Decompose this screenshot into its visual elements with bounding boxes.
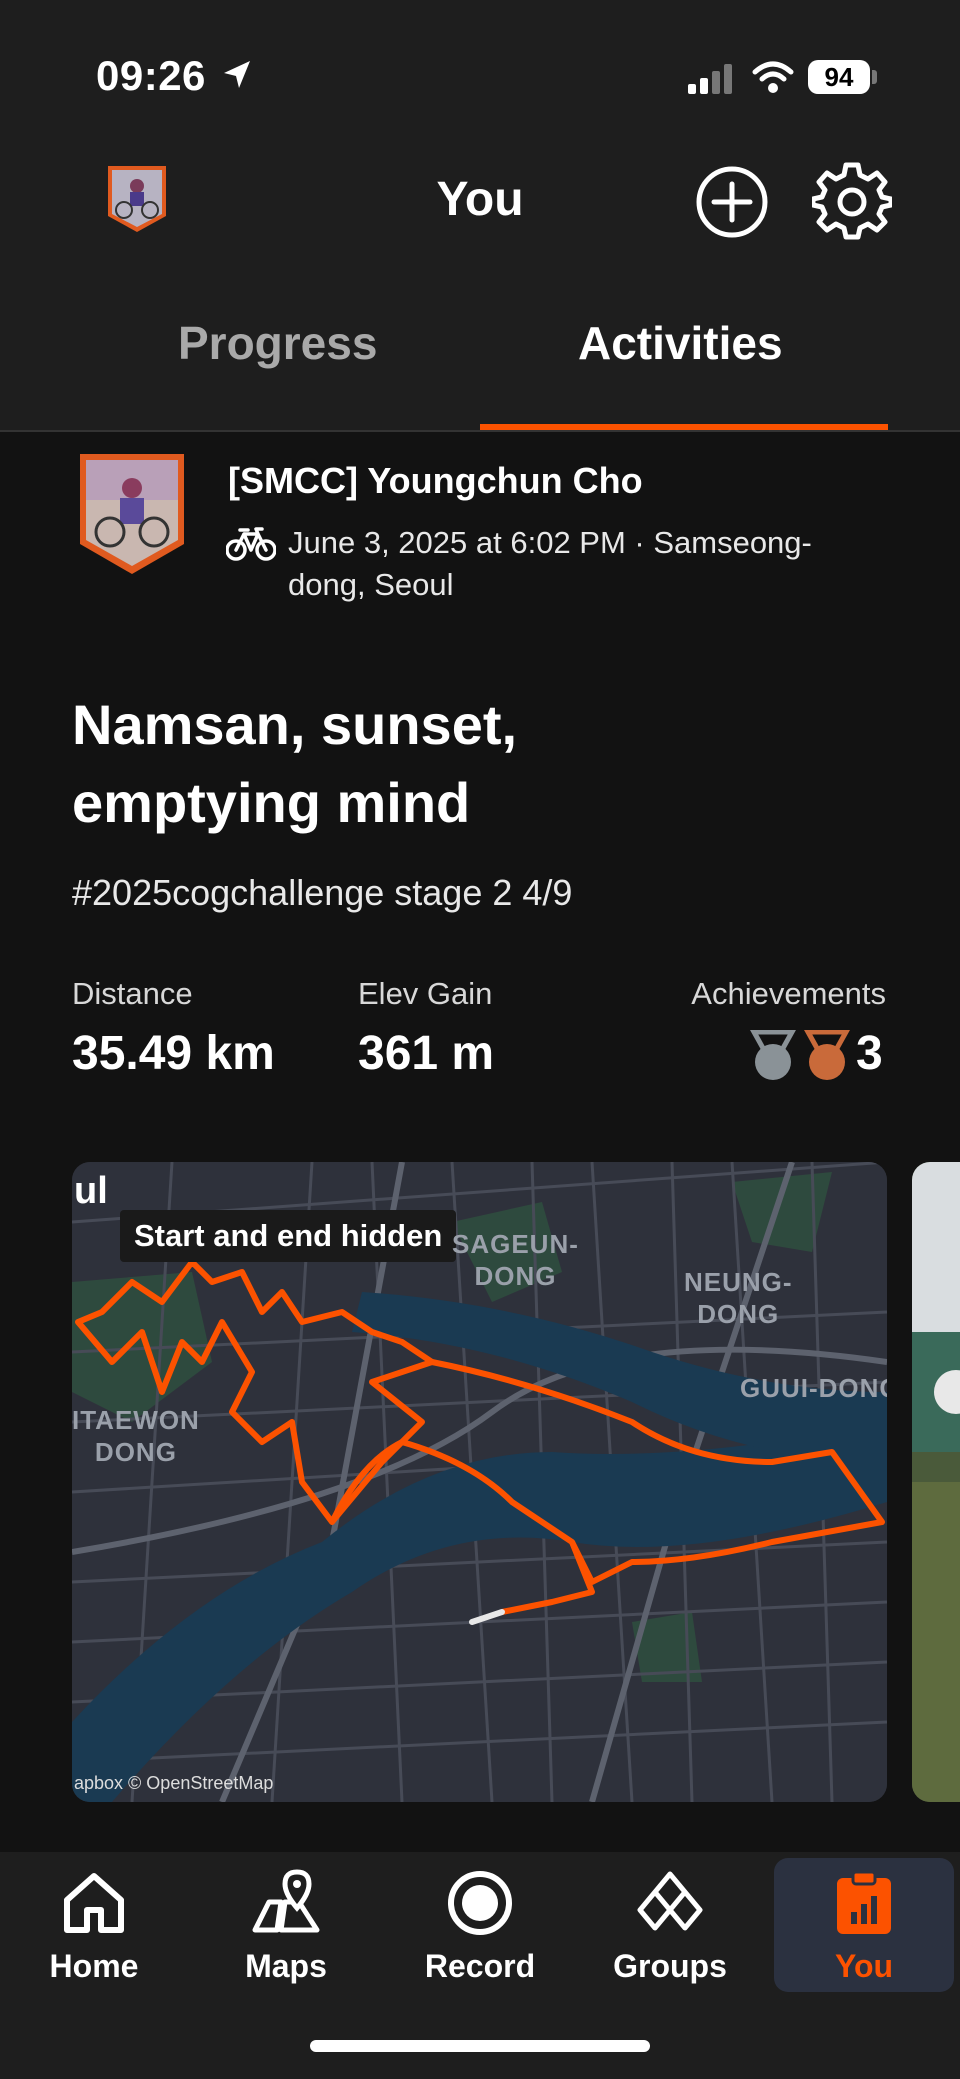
maps-icon <box>252 1869 320 1933</box>
activity-description: #2025cogchallenge stage 2 4/9 <box>72 872 573 913</box>
nav-groups[interactable]: Groups <box>580 1858 760 1998</box>
silver-medal-icon <box>750 1030 796 1080</box>
nav-record[interactable]: Record <box>390 1858 570 1998</box>
route-map[interactable]: ul Start and end hidden SAGEUN- DONG NEU… <box>72 1162 887 1802</box>
athlete-avatar[interactable] <box>76 452 188 576</box>
gear-icon[interactable] <box>812 162 892 242</box>
privacy-badge: Start and end hidden <box>120 1210 457 1262</box>
header-divider <box>0 430 960 432</box>
wifi-icon <box>752 61 794 93</box>
activity-title[interactable]: Namsan, sunset, emptying mind <box>72 686 772 842</box>
achievements-count: 3 <box>856 1027 883 1080</box>
bronze-medal-icon <box>804 1030 850 1080</box>
nav-record-label: Record <box>424 1948 536 1984</box>
tab-activities[interactable]: Activities <box>578 316 783 370</box>
nav-you-label: You <box>834 1948 894 1984</box>
signal-icon <box>688 64 732 94</box>
you-icon <box>837 1870 891 1934</box>
map-label-itaewon: ITAEWON DONG <box>72 1405 200 1467</box>
distance-label: Distance <box>72 976 193 1011</box>
home-indicator <box>310 2040 650 2052</box>
map-label-sageun: SAGEUN- DONG <box>452 1229 579 1291</box>
map-label-ul: ul <box>74 1170 108 1212</box>
map-label-neung: NEUNG- DONG <box>684 1267 793 1329</box>
add-icon[interactable] <box>694 164 770 240</box>
battery-indicator: 94 <box>808 60 870 94</box>
elev-gain-value: 361 m <box>358 1027 495 1080</box>
activity-photo[interactable] <box>912 1162 960 1802</box>
location-arrow-icon <box>224 61 250 88</box>
nav-groups-label: Groups <box>613 1948 727 1984</box>
home-icon <box>64 1873 124 1933</box>
map-label-guui: GUUI-DONG <box>740 1373 887 1403</box>
bike-icon <box>226 527 276 561</box>
nav-home-label: Home <box>49 1948 139 1984</box>
record-icon <box>448 1871 512 1935</box>
elev-gain-label: Elev Gain <box>358 976 493 1011</box>
athlete-name[interactable]: [SMCC] Youngchun Cho <box>228 460 643 502</box>
status-time: 09:26 <box>96 52 206 99</box>
photo-thumbnail <box>912 1162 960 1802</box>
groups-icon <box>637 1871 703 1931</box>
map-attribution: apbox © OpenStreetMap <box>74 1773 274 1793</box>
achievements-label: Achievements <box>691 976 886 1011</box>
tab-progress[interactable]: Progress <box>178 316 377 370</box>
nav-maps[interactable]: Maps <box>196 1858 376 1998</box>
nav-home[interactable]: Home <box>4 1858 184 1998</box>
nav-you[interactable]: You <box>774 1858 954 1998</box>
nav-maps-label: Maps <box>245 1948 327 1984</box>
battery-tip <box>872 70 877 84</box>
distance-value: 35.49 km <box>72 1027 275 1080</box>
activity-meta: June 3, 2025 at 6:02 PM · Samseong-dong,… <box>288 525 812 602</box>
